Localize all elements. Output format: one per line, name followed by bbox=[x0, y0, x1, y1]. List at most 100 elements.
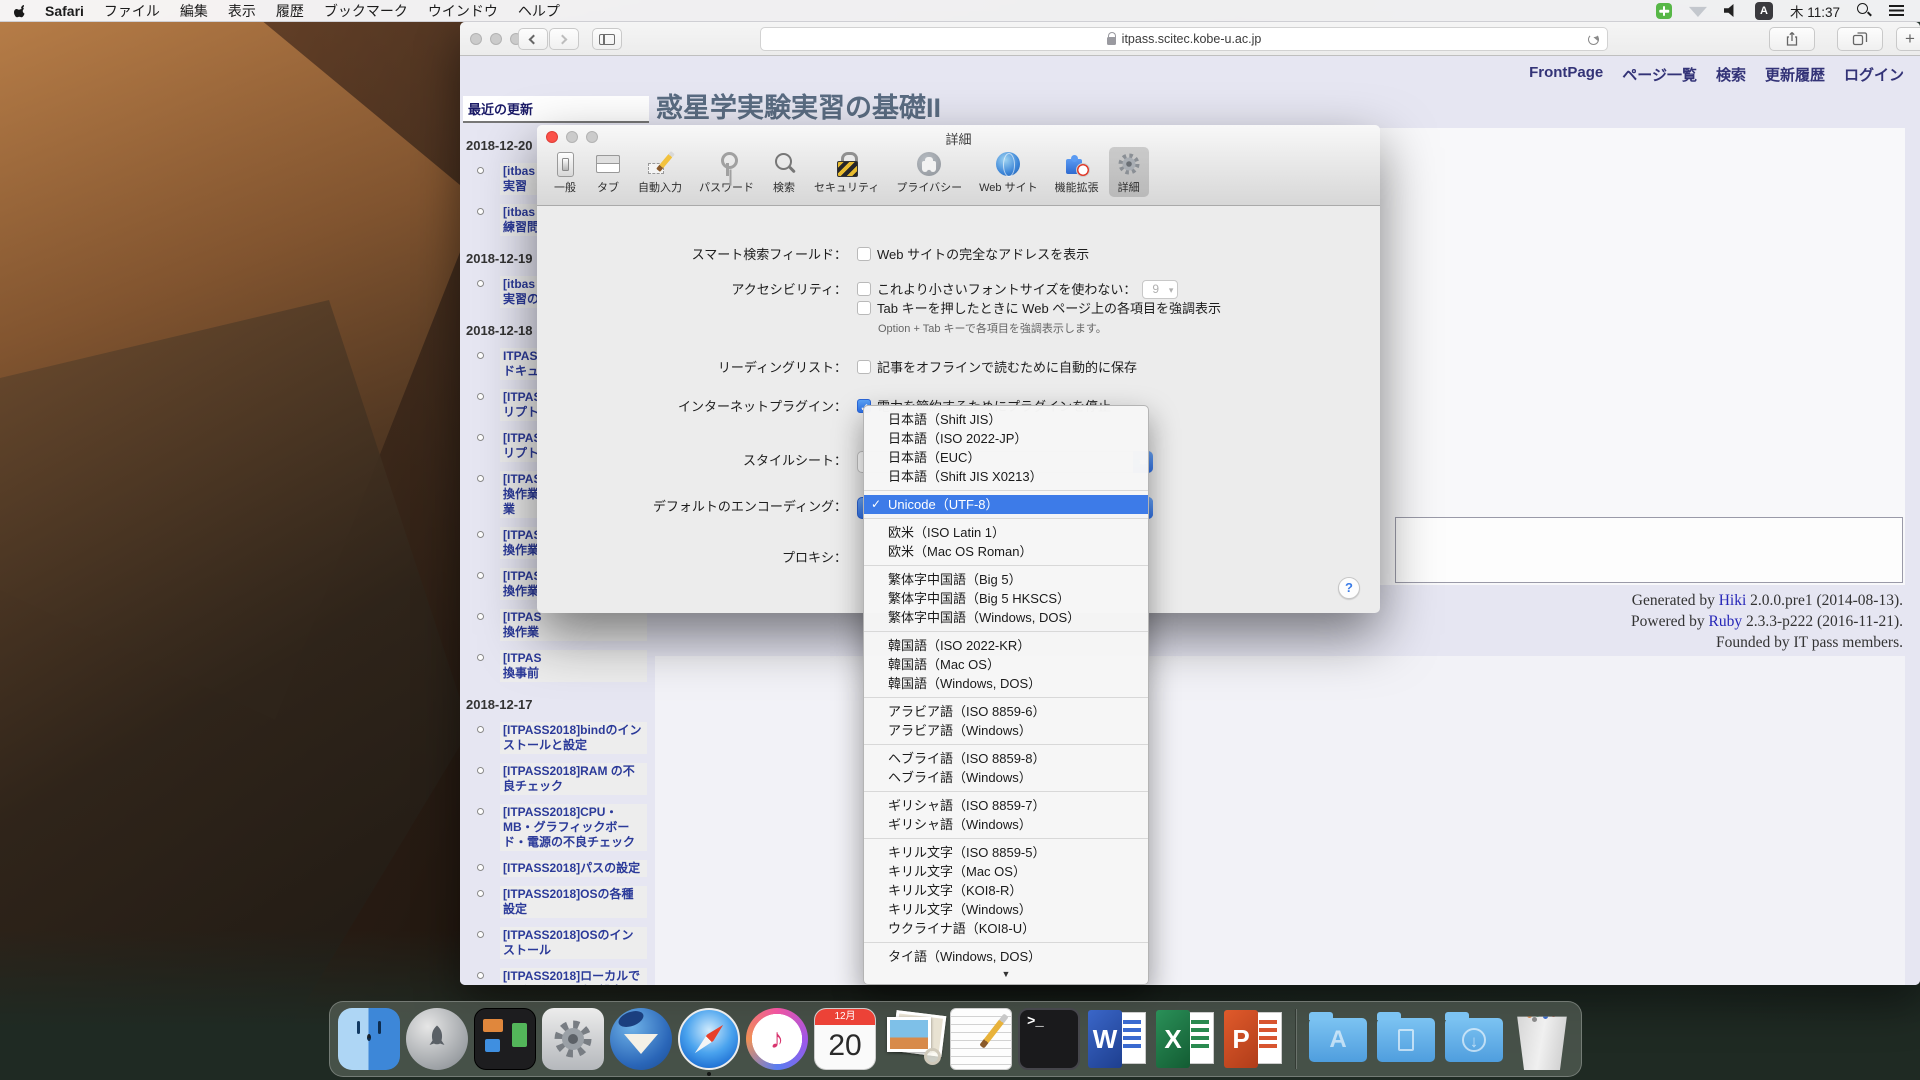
encoding-menu-item[interactable]: ✓ウクライナ語（KOI8-U） bbox=[864, 919, 1148, 938]
input-source-badge[interactable]: A bbox=[1755, 2, 1773, 20]
wifi-icon[interactable] bbox=[1689, 4, 1707, 17]
dock-documents-folder-icon[interactable] bbox=[1375, 1008, 1437, 1070]
menu-bar-item[interactable]: ブックマーク bbox=[324, 1, 408, 21]
sidebar-entry[interactable]: [ITPASS2018]RAM の不良チェック bbox=[500, 763, 647, 795]
encoding-menu-item[interactable]: ✓ギリシャ語（Windows） bbox=[864, 815, 1148, 834]
encoding-menu-item[interactable]: ✓アラビア語（Windows） bbox=[864, 721, 1148, 740]
encoding-menu-item[interactable]: ✓ bbox=[864, 518, 1148, 519]
wiki-nav-link[interactable]: FrontPage bbox=[1529, 64, 1603, 85]
dock-trash-icon[interactable] bbox=[1511, 1008, 1573, 1070]
checkbox-unchecked[interactable] bbox=[857, 301, 871, 315]
encoding-menu-item[interactable]: ✓繁体字中国語（Windows, DOS） bbox=[864, 608, 1148, 627]
dock-launchpad-icon[interactable] bbox=[406, 1008, 468, 1070]
encoding-menu-item[interactable]: ✓ bbox=[864, 744, 1148, 745]
dock-excel-icon[interactable]: X bbox=[1154, 1008, 1216, 1070]
dock-downloads-folder-icon[interactable]: ↓ bbox=[1443, 1008, 1505, 1070]
tab-advanced[interactable]: 詳細 bbox=[1109, 147, 1149, 197]
tab-extensions[interactable]: 機能拡張 bbox=[1048, 147, 1106, 197]
sidebar-entry[interactable]: [ITPASS2018]OSのインストール bbox=[500, 927, 647, 959]
tab-privacy[interactable]: プライバシー bbox=[889, 147, 969, 197]
app-status-green-icon[interactable] bbox=[1656, 3, 1672, 19]
encoding-menu-item[interactable]: ✓ bbox=[864, 697, 1148, 698]
dock-textedit-icon[interactable] bbox=[950, 1008, 1012, 1070]
encoding-menu-item[interactable]: ✓Unicode（UTF-8） bbox=[864, 495, 1148, 514]
address-bar[interactable]: itpass.scitec.kobe-u.ac.jp bbox=[760, 27, 1608, 51]
encoding-menu-item[interactable]: ✓キリル文字（KOI8-R） bbox=[864, 881, 1148, 900]
share-button[interactable] bbox=[1769, 27, 1815, 51]
wiki-nav-link[interactable]: ログイン bbox=[1844, 64, 1904, 85]
sidebar-entry[interactable]: [ITPASS2018]bindのインストールと設定 bbox=[500, 722, 647, 754]
dock-finder-icon[interactable] bbox=[338, 1008, 400, 1070]
encoding-menu-item[interactable]: ✓日本語（EUC） bbox=[864, 448, 1148, 467]
dock-thunderbird-icon[interactable] bbox=[610, 1008, 672, 1070]
menu-scroll-down-indicator[interactable]: ▼ bbox=[864, 966, 1148, 982]
dock-safari-icon[interactable] bbox=[678, 1008, 740, 1070]
checkbox-unchecked[interactable] bbox=[857, 282, 871, 296]
dock-word-icon[interactable]: W bbox=[1086, 1008, 1148, 1070]
show-full-address-checkbox[interactable]: Web サイトの完全なアドレスを表示 bbox=[857, 245, 1089, 264]
encoding-menu-item[interactable]: ✓タイ語（Windows, DOS） bbox=[864, 947, 1148, 966]
encoding-menu-item[interactable]: ✓キリル文字（Windows） bbox=[864, 900, 1148, 919]
menu-bar-item[interactable]: 履歴 bbox=[276, 1, 304, 21]
forward-button[interactable] bbox=[549, 28, 579, 50]
encoding-menu-item[interactable]: ✓ bbox=[864, 838, 1148, 839]
app-menu-safari[interactable]: Safari bbox=[45, 3, 84, 19]
volume-icon[interactable] bbox=[1724, 4, 1738, 17]
encoding-menu-item[interactable]: ✓日本語（Shift JIS） bbox=[864, 410, 1148, 429]
encoding-menu-item[interactable]: ✓キリル文字（ISO 8859-5） bbox=[864, 843, 1148, 862]
minimize-button[interactable] bbox=[490, 33, 502, 45]
encoding-menu-item[interactable]: ✓日本語（ISO 2022-JP） bbox=[864, 429, 1148, 448]
tab-security[interactable]: セキュリティ bbox=[807, 147, 886, 197]
footer-link[interactable]: Hiki bbox=[1719, 592, 1747, 609]
tab-highlight-checkbox[interactable]: Tab キーを押したときに Web ページ上の各項目を強調表示 bbox=[857, 299, 1221, 318]
menu-bar-item[interactable]: ファイル bbox=[104, 1, 160, 21]
encoding-menu-item[interactable]: ✓韓国語（Windows, DOS） bbox=[864, 674, 1148, 693]
dock-itunes-icon[interactable]: ♪ bbox=[746, 1008, 808, 1070]
wiki-nav-link[interactable]: 検索 bbox=[1716, 64, 1746, 85]
dock-applications-folder-icon[interactable]: A bbox=[1307, 1008, 1369, 1070]
close-button[interactable] bbox=[470, 33, 482, 45]
encoding-menu-item[interactable]: ✓ bbox=[864, 631, 1148, 632]
menu-bar-item[interactable]: 編集 bbox=[180, 1, 208, 21]
dock-terminal-icon[interactable]: >_ bbox=[1018, 1008, 1080, 1070]
footer-link[interactable]: Ruby bbox=[1709, 613, 1743, 630]
menu-bar-item[interactable]: ヘルプ bbox=[518, 1, 560, 21]
sidebar-entry[interactable]: [ITPASS2018]ローカルでのバックアップの設定 bbox=[500, 968, 647, 985]
encoding-menu-item[interactable]: ✓キリル文字（Mac OS） bbox=[864, 862, 1148, 881]
encoding-menu-item[interactable]: ✓繁体字中国語（Big 5） bbox=[864, 570, 1148, 589]
tab-general[interactable]: 一般 bbox=[545, 147, 585, 197]
encoding-menu-item[interactable]: ✓ bbox=[864, 942, 1148, 943]
reload-icon[interactable] bbox=[1588, 34, 1599, 45]
tab-websites[interactable]: Web サイト bbox=[972, 147, 1044, 197]
menu-bar-clock[interactable]: 木 11:37 bbox=[1790, 1, 1840, 21]
checkbox-unchecked[interactable] bbox=[857, 247, 871, 261]
new-tab-button[interactable]: + bbox=[1896, 27, 1920, 51]
tab-overview-button[interactable] bbox=[1837, 27, 1883, 51]
font-size-select[interactable]: 9▾ bbox=[1142, 280, 1178, 299]
encoding-menu-item[interactable]: ✓韓国語（Mac OS） bbox=[864, 655, 1148, 674]
offline-save-checkbox[interactable]: 記事をオフラインで読むために自動的に保存 bbox=[857, 358, 1137, 377]
dock-powerpoint-icon[interactable]: P bbox=[1222, 1008, 1284, 1070]
sidebar-entry[interactable]: [ITPAS 換事前 bbox=[500, 650, 647, 682]
min-font-size-checkbox[interactable]: これより小さいフォントサイズを使わない：9▾ bbox=[857, 280, 1221, 299]
notification-center-icon[interactable] bbox=[1889, 5, 1904, 16]
wiki-nav-link[interactable]: ページ一覧 bbox=[1622, 64, 1697, 85]
menu-bar-item[interactable]: ウインドウ bbox=[428, 1, 498, 21]
dock-mission-control-icon[interactable] bbox=[474, 1008, 536, 1070]
encoding-menu-item[interactable]: ✓欧米（Mac OS Roman） bbox=[864, 542, 1148, 561]
sidebar-entry[interactable]: [ITPAS 換作業 bbox=[500, 609, 647, 641]
apple-menu-icon[interactable] bbox=[14, 3, 29, 19]
sidebar-entry[interactable]: [ITPASS2018]CPU・MB・グラフィックボード・電源の不良チェック bbox=[500, 804, 647, 851]
spotlight-icon[interactable] bbox=[1857, 3, 1872, 18]
encoding-menu-item[interactable]: ✓欧米（ISO Latin 1） bbox=[864, 523, 1148, 542]
encoding-menu-item[interactable]: ✓ヘブライ語（ISO 8859-8） bbox=[864, 749, 1148, 768]
sidebar-toggle-button[interactable] bbox=[592, 28, 622, 50]
encoding-menu-item[interactable]: ✓日本語（Shift JIS X0213） bbox=[864, 467, 1148, 486]
sidebar-entry[interactable]: [ITPASS2018]OSの各種設定 bbox=[500, 886, 647, 918]
checkbox-unchecked[interactable] bbox=[857, 360, 871, 374]
encoding-menu-item[interactable]: ✓ bbox=[864, 791, 1148, 792]
wiki-nav-link[interactable]: 更新履歴 bbox=[1765, 64, 1825, 85]
dock-calendar-icon[interactable]: 12月20 bbox=[814, 1008, 876, 1070]
tab-passwords[interactable]: パスワード bbox=[692, 147, 761, 197]
tab-autofill[interactable]: 自動入力 bbox=[631, 147, 689, 197]
